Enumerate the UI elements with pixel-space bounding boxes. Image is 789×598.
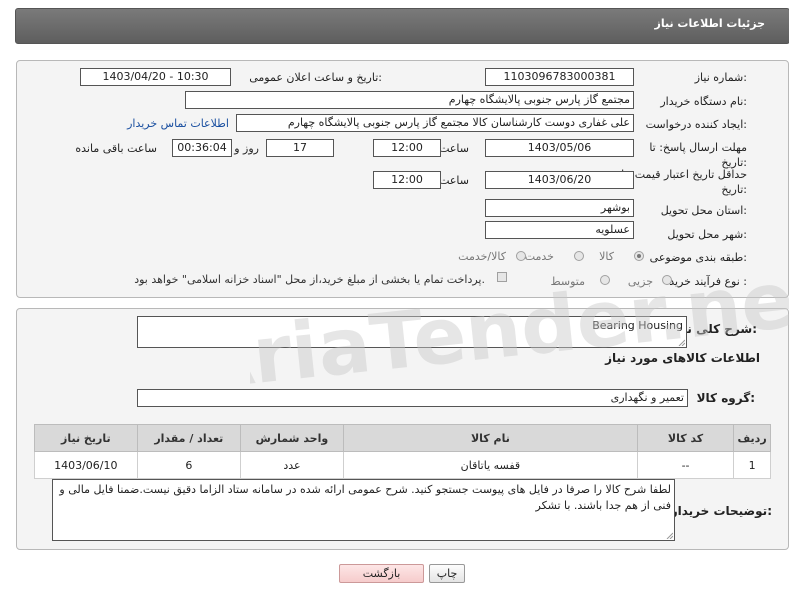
remaining-time-label: ساعت باقی مانده [75,142,157,155]
reply-deadline-time[interactable]: 12:00 [373,139,441,157]
goods-section-title: اطلاعات کالاهای مورد نیاز [605,351,760,365]
summary-value: Bearing Housing [592,319,683,332]
category-option-service: خدمت [524,250,554,263]
print-button[interactable]: چاپ [429,564,465,583]
cell-need-date: 1403/06/10 [34,451,138,479]
col-item-name: نام کالا [342,424,638,452]
resize-grip-icon [666,532,673,539]
province-label: استان محل تحویل: [660,204,747,217]
remaining-time-field[interactable]: 00:36:04 [172,139,232,157]
category-radio-goods-service[interactable] [516,251,526,261]
category-option-goods: کالا [599,250,614,263]
page-title: جزئیات اطلاعات نیاز [654,17,766,30]
buyer-org-field[interactable]: مجتمع گاز پارس جنوبی پالایشگاه چهارم [185,91,634,109]
treasury-payment-note: پرداخت تمام یا بخشی از مبلغ خرید،از محل … [134,273,485,286]
goods-group-field[interactable]: تعمیر و نگهداری [137,389,688,407]
category-radio-service[interactable] [574,251,584,261]
price-time-label: ساعت [439,174,469,187]
province-field[interactable]: بوشهر [485,199,634,217]
buyer-notes-text: لطفا شرح کالا را صرفا در فایل های پیوست … [59,483,671,512]
process-radio-medium[interactable] [600,275,610,285]
cell-item-code: -- [636,451,735,479]
goods-table: تاریخ نیاز تعداد / مقدار واحد شمارش نام … [34,424,771,479]
goods-table-header-row: تاریخ نیاز تعداد / مقدار واحد شمارش نام … [34,424,771,452]
buyer-org-label: نام دستگاه خریدار: [660,95,747,108]
requester-field[interactable]: علی غفاری دوست کارشناسان کالا مجتمع گاز … [236,114,634,132]
table-row[interactable]: 1403/06/10 6 عدد قفسه یاتاقان -- 1 [34,451,771,479]
requester-label: ایجاد کننده درخواست: [645,118,747,131]
process-option-minor: جزیی [627,275,653,288]
resize-grip-icon [678,339,685,346]
reply-deadline-label: مهلت ارسال پاسخ: تا تاریخ: [649,141,747,169]
col-need-date: تاریخ نیاز [34,424,138,452]
col-unit: واحد شمارش [240,424,344,452]
category-option-goods-service: کالا/خدمت [458,250,506,263]
treasury-payment-checkbox[interactable] [497,272,507,282]
announce-datetime-field[interactable]: 1403/04/20 - 10:30 [80,68,231,86]
buyer-contact-link[interactable]: اطلاعات تماس خریدار [127,117,229,130]
process-radio-minor[interactable] [662,275,672,285]
category-radio-goods[interactable] [634,251,644,261]
category-label: طبقه بندی موضوعی: [649,251,747,264]
need-number-label: شماره نیاز: [694,71,747,84]
need-number-field[interactable]: 1103096783000381 [485,68,634,86]
buyer-notes-field[interactable]: لطفا شرح کالا را صرفا در فایل های پیوست … [52,479,675,541]
cell-row-number: 1 [733,451,771,479]
price-validity-time[interactable]: 12:00 [373,171,441,189]
col-item-code: کد کالا [636,424,735,452]
cell-unit: عدد [240,451,344,479]
reply-time-label: ساعت [439,142,469,155]
reply-deadline-date[interactable]: 1403/05/06 [485,139,634,157]
price-validity-date[interactable]: 1403/06/20 [485,171,634,189]
goods-group-label: گروه کالا: [696,391,755,405]
process-type-label: نوع فرآیند خرید : [669,275,747,288]
announce-datetime-label: تاریخ و ساعت اعلان عمومی: [249,71,382,84]
cell-item-name: قفسه یاتاقان [342,451,638,479]
process-option-medium: متوسط [550,275,585,288]
col-row-number: ردیف [733,424,771,452]
cell-quantity: 6 [136,451,242,479]
city-label: شهر محل تحویل: [667,228,747,241]
reply-days-field[interactable]: 17 [266,139,334,157]
reply-days-label: روز و [234,142,259,155]
buyer-notes-label: توضیحات خریدار: [670,504,772,518]
back-button[interactable]: بازگشت [339,564,424,583]
col-quantity: تعداد / مقدار [136,424,242,452]
city-field[interactable]: عسلویه [485,221,634,239]
summary-field[interactable]: Bearing Housing [137,316,687,348]
